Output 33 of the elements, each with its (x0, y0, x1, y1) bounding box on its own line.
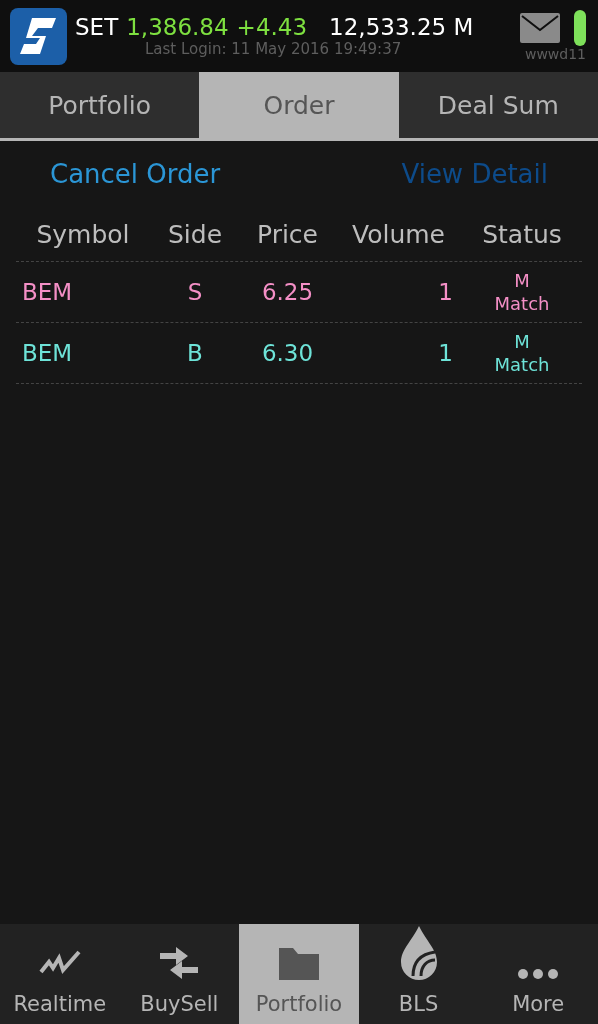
folder-icon (278, 946, 320, 980)
status-cell: Match (494, 292, 550, 315)
mail-icon[interactable] (520, 13, 560, 43)
column-header: Side (166, 219, 224, 249)
swap-arrows-icon (158, 946, 201, 980)
username: wwwd11 (524, 46, 586, 62)
symbol-cell-text: BEM (21, 340, 74, 366)
flame-drop-icon (398, 926, 439, 980)
volume-cell-text: 1 (437, 340, 454, 366)
index-value: 1,386.84 (126, 14, 229, 40)
column-header: Status (481, 219, 563, 249)
column-header: Volume (351, 219, 446, 249)
price-cell-text: 6.30 (260, 340, 315, 366)
more-icon (517, 968, 560, 980)
column-header: Symbol (35, 219, 131, 249)
status-code: M (514, 269, 530, 292)
app-logo (10, 7, 67, 65)
nav-tab[interactable]: Portfolio (239, 924, 359, 1024)
column-header: Price (256, 219, 319, 249)
volume-cell-text: 1 (437, 279, 454, 305)
price-cell-text: 6.25 (260, 279, 315, 305)
status-code: M (514, 330, 530, 353)
index-change: +4.43 (236, 14, 308, 40)
index-name: SET (75, 14, 119, 40)
side-cell-text: B (186, 340, 204, 366)
status-indicator-icon (574, 10, 586, 46)
side-cell-text: S (186, 279, 204, 305)
action-link[interactable]: Cancel Order (50, 159, 221, 189)
tab[interactable]: Order (199, 72, 399, 138)
last-login: Last Login: 11 May 2016 19:49:37 (145, 40, 402, 58)
status-cell: Match (494, 353, 550, 376)
turnover: 12,533.25 M (329, 14, 474, 40)
symbol-cell-text: BEM (21, 279, 74, 305)
